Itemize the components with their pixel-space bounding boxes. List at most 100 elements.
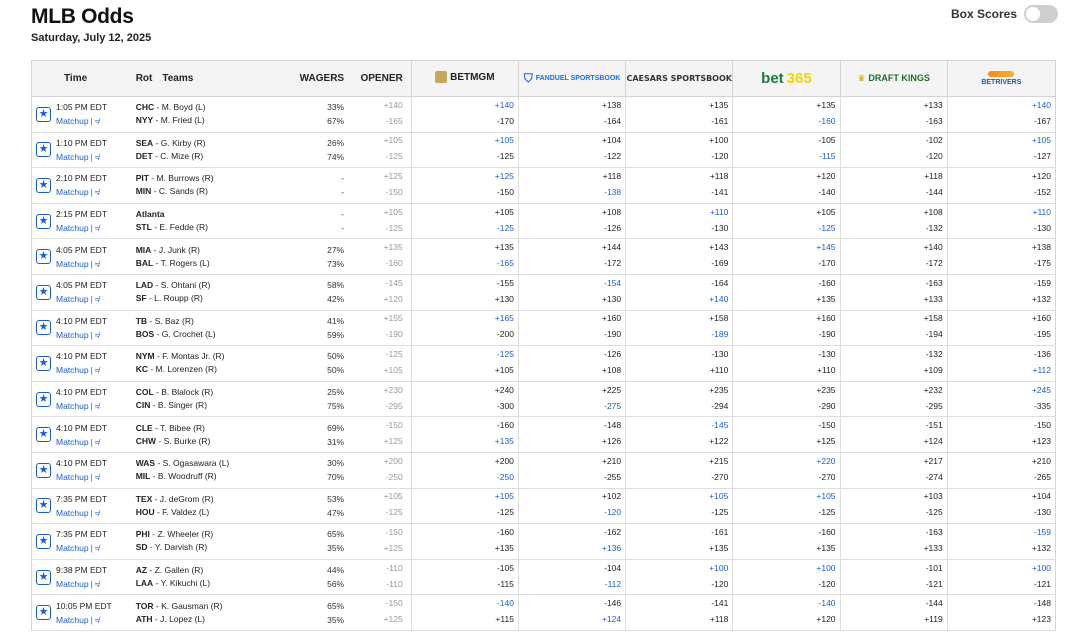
odds-value[interactable]: -126 bbox=[519, 222, 621, 234]
odds-value[interactable]: -175 bbox=[948, 257, 1051, 269]
odds-value[interactable]: -125 bbox=[412, 150, 514, 162]
odds-value[interactable]: +104 bbox=[519, 134, 621, 146]
odds-value[interactable]: -151 bbox=[841, 419, 943, 431]
odds-value[interactable]: +108 bbox=[519, 364, 621, 376]
odds-value[interactable]: +135 bbox=[412, 435, 514, 447]
favorite-star-icon[interactable]: ★ bbox=[36, 569, 51, 585]
odds-value[interactable]: -146 bbox=[519, 597, 621, 609]
odds-value[interactable]: -141 bbox=[626, 186, 728, 198]
odds-value[interactable]: +158 bbox=[626, 312, 728, 324]
odds-value[interactable]: +119 bbox=[841, 613, 943, 625]
odds-value[interactable]: -169 bbox=[626, 257, 728, 269]
odds-value[interactable]: -105 bbox=[412, 562, 514, 574]
odds-value[interactable]: -165 bbox=[412, 257, 514, 269]
matchup-link[interactable]: Matchup bbox=[56, 437, 89, 447]
team-home[interactable]: BAL - T. Rogers (L) bbox=[136, 257, 294, 270]
odds-value[interactable]: +105 bbox=[412, 364, 514, 376]
team-home[interactable]: LAA - Y. Kikuchi (L) bbox=[136, 577, 294, 590]
favorite-star-icon[interactable]: ★ bbox=[36, 462, 51, 478]
betmgm-logo[interactable]: BETMGM bbox=[410, 60, 519, 97]
odds-value[interactable]: -120 bbox=[519, 506, 621, 518]
line-chart-icon[interactable]: ≉ bbox=[95, 438, 99, 447]
bet365-logo[interactable]: bet 365 bbox=[732, 60, 841, 97]
team-home[interactable]: CIN - B. Singer (R) bbox=[136, 399, 294, 412]
favorite-star-icon[interactable]: ★ bbox=[36, 605, 51, 621]
odds-value[interactable]: -102 bbox=[841, 134, 943, 146]
odds-value[interactable]: +122 bbox=[626, 435, 728, 447]
odds-value[interactable]: +105 bbox=[733, 490, 835, 502]
odds-value[interactable]: +124 bbox=[519, 613, 621, 625]
team-home[interactable]: BOS - G. Crochet (L) bbox=[136, 328, 294, 341]
odds-value[interactable]: -300 bbox=[412, 400, 514, 412]
odds-value[interactable]: -127 bbox=[948, 150, 1051, 162]
odds-value[interactable]: -160 bbox=[412, 419, 514, 431]
odds-value[interactable]: +210 bbox=[519, 455, 621, 467]
odds-value[interactable]: +112 bbox=[948, 364, 1051, 376]
odds-value[interactable]: +102 bbox=[519, 490, 621, 502]
line-chart-icon[interactable]: ≉ bbox=[95, 224, 99, 233]
odds-value[interactable]: +200 bbox=[412, 455, 514, 467]
odds-value[interactable]: +120 bbox=[733, 170, 835, 182]
odds-value[interactable]: -150 bbox=[412, 186, 514, 198]
odds-value[interactable]: -270 bbox=[626, 471, 728, 483]
odds-value[interactable]: +144 bbox=[519, 241, 621, 253]
odds-value[interactable]: +217 bbox=[841, 455, 943, 467]
odds-value[interactable]: +103 bbox=[841, 490, 943, 502]
odds-value[interactable]: +125 bbox=[733, 435, 835, 447]
fanduel-logo[interactable]: ⛉ FANDUEL SPORTSBOOK bbox=[517, 60, 626, 97]
line-chart-icon[interactable]: ≉ bbox=[95, 260, 99, 269]
team-away[interactable]: COL - B. Blalock (R) bbox=[136, 386, 294, 399]
odds-value[interactable]: -163 bbox=[841, 115, 943, 127]
odds-value[interactable]: -150 bbox=[733, 419, 836, 431]
odds-value[interactable]: +232 bbox=[841, 384, 943, 396]
odds-value[interactable]: +130 bbox=[519, 293, 621, 305]
odds-value[interactable]: -122 bbox=[519, 150, 621, 162]
odds-value[interactable]: -132 bbox=[841, 222, 943, 234]
odds-value[interactable]: -160 bbox=[733, 526, 836, 538]
team-away[interactable]: LAD - S. Ohtani (R) bbox=[136, 279, 294, 292]
odds-value[interactable]: -105 bbox=[733, 134, 836, 146]
odds-value[interactable]: -144 bbox=[841, 597, 943, 609]
odds-value[interactable]: -159 bbox=[948, 526, 1051, 538]
odds-value[interactable]: -270 bbox=[733, 471, 836, 483]
odds-value[interactable]: -159 bbox=[948, 277, 1051, 289]
odds-value[interactable]: +135 bbox=[412, 542, 514, 554]
team-away[interactable]: AZ - Z. Gallen (R) bbox=[136, 564, 294, 577]
matchup-link[interactable]: Matchup bbox=[56, 294, 89, 304]
odds-value[interactable]: -125 bbox=[412, 222, 514, 234]
odds-value[interactable]: +136 bbox=[519, 542, 621, 554]
odds-value[interactable]: +100 bbox=[948, 562, 1051, 574]
odds-value[interactable]: +132 bbox=[948, 542, 1051, 554]
odds-value[interactable]: -130 bbox=[626, 222, 728, 234]
odds-value[interactable]: -140 bbox=[733, 186, 836, 198]
odds-value[interactable]: -125 bbox=[412, 348, 514, 360]
odds-value[interactable]: +135 bbox=[733, 293, 835, 305]
odds-value[interactable]: +100 bbox=[626, 562, 728, 574]
odds-value[interactable]: +105 bbox=[948, 134, 1051, 146]
favorite-star-icon[interactable]: ★ bbox=[36, 284, 51, 300]
odds-value[interactable]: +215 bbox=[626, 455, 728, 467]
odds-value[interactable]: -130 bbox=[733, 348, 836, 360]
odds-value[interactable]: +138 bbox=[519, 99, 621, 111]
odds-value[interactable]: +133 bbox=[841, 99, 943, 111]
line-chart-icon[interactable]: ≉ bbox=[95, 402, 99, 411]
odds-value[interactable]: -115 bbox=[733, 150, 835, 162]
team-home[interactable]: MIN - C. Sands (R) bbox=[136, 185, 294, 198]
matchup-link[interactable]: Matchup bbox=[56, 259, 89, 269]
odds-value[interactable]: +105 bbox=[626, 490, 728, 502]
line-chart-icon[interactable]: ≉ bbox=[95, 331, 99, 340]
team-away[interactable]: PIT - M. Burrows (R) bbox=[136, 172, 294, 185]
odds-value[interactable]: -138 bbox=[519, 186, 621, 198]
odds-value[interactable]: -190 bbox=[519, 328, 621, 340]
odds-value[interactable]: -120 bbox=[733, 578, 836, 590]
team-home[interactable]: MIL - B. Woodruff (R) bbox=[136, 470, 294, 483]
draftkings-logo[interactable]: ♛ DRAFT KINGS bbox=[839, 60, 948, 97]
odds-value[interactable]: -125 bbox=[733, 506, 836, 518]
odds-value[interactable]: +115 bbox=[412, 613, 514, 625]
odds-value[interactable]: +110 bbox=[733, 364, 836, 376]
matchup-link[interactable]: Matchup bbox=[56, 365, 89, 375]
odds-value[interactable]: -290 bbox=[733, 400, 836, 412]
odds-value[interactable]: +140 bbox=[948, 99, 1051, 111]
odds-value[interactable]: -161 bbox=[626, 115, 728, 127]
line-chart-icon[interactable]: ≉ bbox=[95, 153, 99, 162]
